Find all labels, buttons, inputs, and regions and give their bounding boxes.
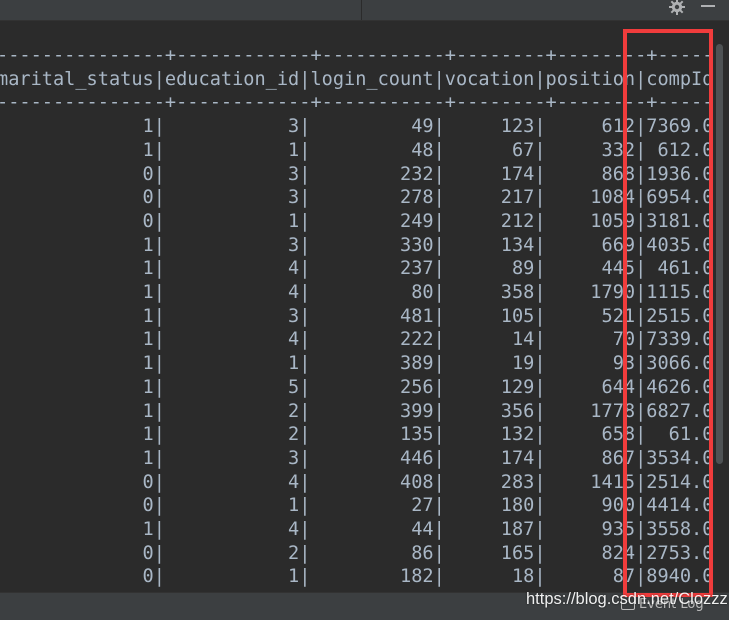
tool-window-header bbox=[0, 0, 729, 21]
watermark: https://blog.csdn.net/Clozzz bbox=[526, 590, 728, 608]
table-row: 1| 1| 48| 67| 332| 612.0| bbox=[0, 139, 716, 161]
table-row: 1| 3| 446| 174| 867|3534.0| bbox=[0, 447, 716, 469]
table-row: 1| 4| 80| 358| 1790|1115.0| bbox=[0, 282, 716, 303]
table-row: 0| 1| 27| 180| 900|4414.0| bbox=[0, 495, 716, 517]
console-window: ---------------+------------+-----------… bbox=[0, 0, 729, 620]
table-row: 1| 4| 237| 89| 445| 461.0| bbox=[0, 258, 716, 280]
gear-icon[interactable] bbox=[668, 0, 686, 16]
table-row: 0| 1| 182| 18| 87|8940.0| bbox=[0, 566, 716, 588]
table-border-top: ---------------+------------+-----------… bbox=[0, 45, 716, 66]
table-border-header: ---------------+------------+-----------… bbox=[0, 92, 716, 114]
table-row: 1| 3| 330| 134| 669|4035.0| bbox=[0, 234, 716, 256]
table-row: 1| 1| 389| 19| 93|3066.0| bbox=[0, 353, 716, 375]
console-output: ---------------+------------+-----------… bbox=[0, 44, 716, 592]
table-row: 1| 4| 222| 14| 70|7339.0| bbox=[0, 329, 716, 351]
table-row: 0| 2| 86| 165| 824|2753.0| bbox=[0, 542, 716, 564]
table-row: 1| 3| 481| 105| 521|2515.0| bbox=[0, 305, 716, 327]
table-header: marital_status|education_id|login_count|… bbox=[0, 68, 716, 90]
scrollbar-thumb[interactable] bbox=[716, 44, 723, 464]
table-row: 1| 3| 49| 123| 612|7369.0| bbox=[0, 116, 716, 138]
table-row: 0| 4| 408| 283| 1415|2514.0| bbox=[0, 471, 716, 493]
table-row: 0| 3| 278| 217| 1084|6954.0| bbox=[0, 187, 716, 209]
table-row: 1| 5| 256| 129| 644|4626.0| bbox=[0, 376, 716, 398]
table-row: 1| 2| 135| 132| 658| 61.0| bbox=[0, 424, 716, 446]
header-divider bbox=[361, 0, 362, 20]
table-row: 0| 3| 232| 174| 868|1936.0| bbox=[0, 163, 716, 185]
minimize-icon[interactable] bbox=[701, 5, 715, 7]
vertical-scrollbar[interactable] bbox=[713, 44, 725, 592]
table-row: 1| 2| 399| 356| 1778|6827.0| bbox=[0, 400, 716, 422]
table-row: 1| 4| 44| 187| 935|3558.0| bbox=[0, 519, 716, 540]
table-row: 0| 1| 249| 212| 1059|3181.0| bbox=[0, 210, 716, 232]
